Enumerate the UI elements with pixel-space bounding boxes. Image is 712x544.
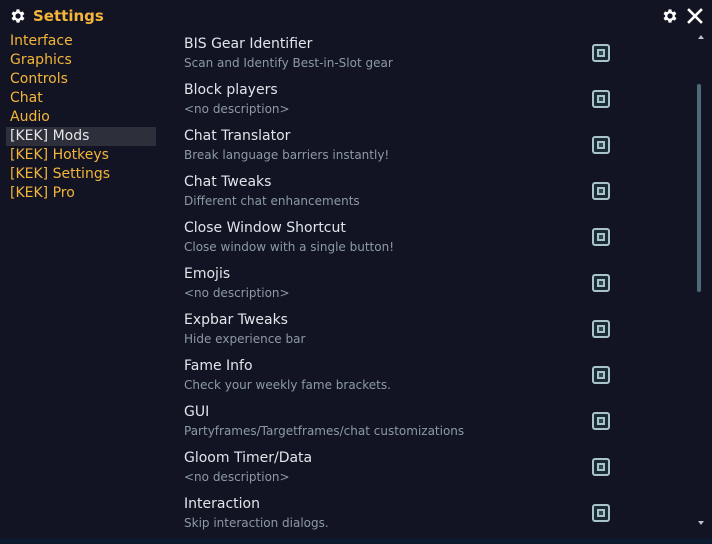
sidebar-item-kek-pro[interactable]: [KEK] Pro (6, 184, 156, 203)
sidebar-item-chat[interactable]: Chat (6, 89, 156, 108)
mod-name: Emojis (184, 266, 231, 282)
close-icon[interactable] (686, 7, 704, 25)
mod-row-bis-gear-identifier: BIS Gear Identifier Scan and Identify Be… (176, 32, 696, 78)
checkbox-checked-mark (597, 463, 605, 471)
mod-description: Check your weekly fame brackets. (184, 378, 391, 392)
mod-description: Scan and Identify Best-in-Slot gear (184, 56, 393, 70)
sidebar-item-interface[interactable]: Interface (6, 32, 156, 51)
mod-description: Close window with a single button! (184, 240, 395, 254)
mod-description: Hide experience bar (184, 332, 306, 346)
checkbox-checked-mark (597, 279, 605, 287)
mod-row-gloom-timer-data: Gloom Timer/Data <no description> (176, 446, 696, 492)
sidebar: Interface Graphics Controls Chat Audio [… (0, 32, 160, 203)
mods-list: BIS Gear Identifier Scan and Identify Be… (176, 32, 696, 536)
mod-description: Skip interaction dialogs. (184, 516, 329, 530)
mod-enable-checkbox[interactable] (592, 458, 610, 476)
mod-name: Block players (184, 82, 278, 98)
mod-name: Chat Translator (184, 128, 291, 144)
checkbox-checked-mark (597, 417, 605, 425)
mod-row-block-players: Block players <no description> (176, 78, 696, 124)
mod-enable-checkbox[interactable] (592, 320, 610, 338)
checkbox-checked-mark (597, 95, 605, 103)
gear-icon[interactable] (661, 7, 679, 25)
checkbox-checked-mark (597, 325, 605, 333)
mod-enable-checkbox[interactable] (592, 412, 610, 430)
sidebar-item-controls[interactable]: Controls (6, 70, 156, 89)
mod-name: Expbar Tweaks (184, 312, 288, 328)
mod-enable-checkbox[interactable] (592, 504, 610, 522)
settings-window: Settings Interface Graphics Controls Cha… (0, 0, 712, 544)
mod-description: Break language barriers instantly! (184, 148, 390, 162)
sidebar-item-kek-hotkeys[interactable]: [KEK] Hotkeys (6, 146, 156, 165)
mod-enable-checkbox[interactable] (592, 228, 610, 246)
chevron-down-icon[interactable] (696, 518, 706, 528)
mod-description: Different chat enhancements (184, 194, 360, 208)
scrollbar[interactable] (696, 32, 706, 536)
mod-description: <no description> (184, 102, 290, 116)
mod-enable-checkbox[interactable] (592, 182, 610, 200)
checkbox-checked-mark (597, 233, 605, 241)
mod-name: Chat Tweaks (184, 174, 272, 190)
mod-enable-checkbox[interactable] (592, 90, 610, 108)
mod-name: Gloom Timer/Data (184, 450, 313, 466)
checkbox-checked-mark (597, 141, 605, 149)
mod-row-interaction: Interaction Skip interaction dialogs. (176, 492, 696, 536)
bottom-border (0, 538, 712, 544)
mod-name: Fame Info (184, 358, 253, 374)
mod-row-chat-translator: Chat Translator Break language barriers … (176, 124, 696, 170)
gear-icon (11, 9, 25, 23)
mod-row-expbar-tweaks: Expbar Tweaks Hide experience bar (176, 308, 696, 354)
mod-enable-checkbox[interactable] (592, 136, 610, 154)
mod-row-emojis: Emojis <no description> (176, 262, 696, 308)
sidebar-item-graphics[interactable]: Graphics (6, 51, 156, 70)
mod-row-gui: GUI Partyframes/Targetframes/chat custom… (176, 400, 696, 446)
mod-enable-checkbox[interactable] (592, 274, 610, 292)
checkbox-checked-mark (597, 187, 605, 195)
mod-enable-checkbox[interactable] (592, 44, 610, 62)
mod-row-close-window-shortcut: Close Window Shortcut Close window with … (176, 216, 696, 262)
chevron-up-icon[interactable] (696, 32, 706, 42)
checkbox-checked-mark (597, 509, 605, 517)
sidebar-item-kek-mods[interactable]: [KEK] Mods (6, 127, 156, 146)
window-title: Settings (33, 7, 104, 25)
mod-row-chat-tweaks: Chat Tweaks Different chat enhancements (176, 170, 696, 216)
checkbox-checked-mark (597, 49, 605, 57)
mod-name: Close Window Shortcut (184, 220, 346, 236)
title-bar: Settings (0, 0, 712, 32)
mod-name: GUI (184, 404, 210, 420)
checkbox-checked-mark (597, 371, 605, 379)
mod-row-fame-info: Fame Info Check your weekly fame bracket… (176, 354, 696, 400)
scrollbar-thumb[interactable] (697, 84, 701, 292)
mod-description: <no description> (184, 470, 290, 484)
mod-description: Partyframes/Targetframes/chat customizat… (184, 424, 465, 438)
mod-name: BIS Gear Identifier (184, 36, 313, 52)
sidebar-item-kek-settings[interactable]: [KEK] Settings (6, 165, 156, 184)
sidebar-item-audio[interactable]: Audio (6, 108, 156, 127)
mod-name: Interaction (184, 496, 260, 512)
mod-description: <no description> (184, 286, 290, 300)
mod-enable-checkbox[interactable] (592, 366, 610, 384)
